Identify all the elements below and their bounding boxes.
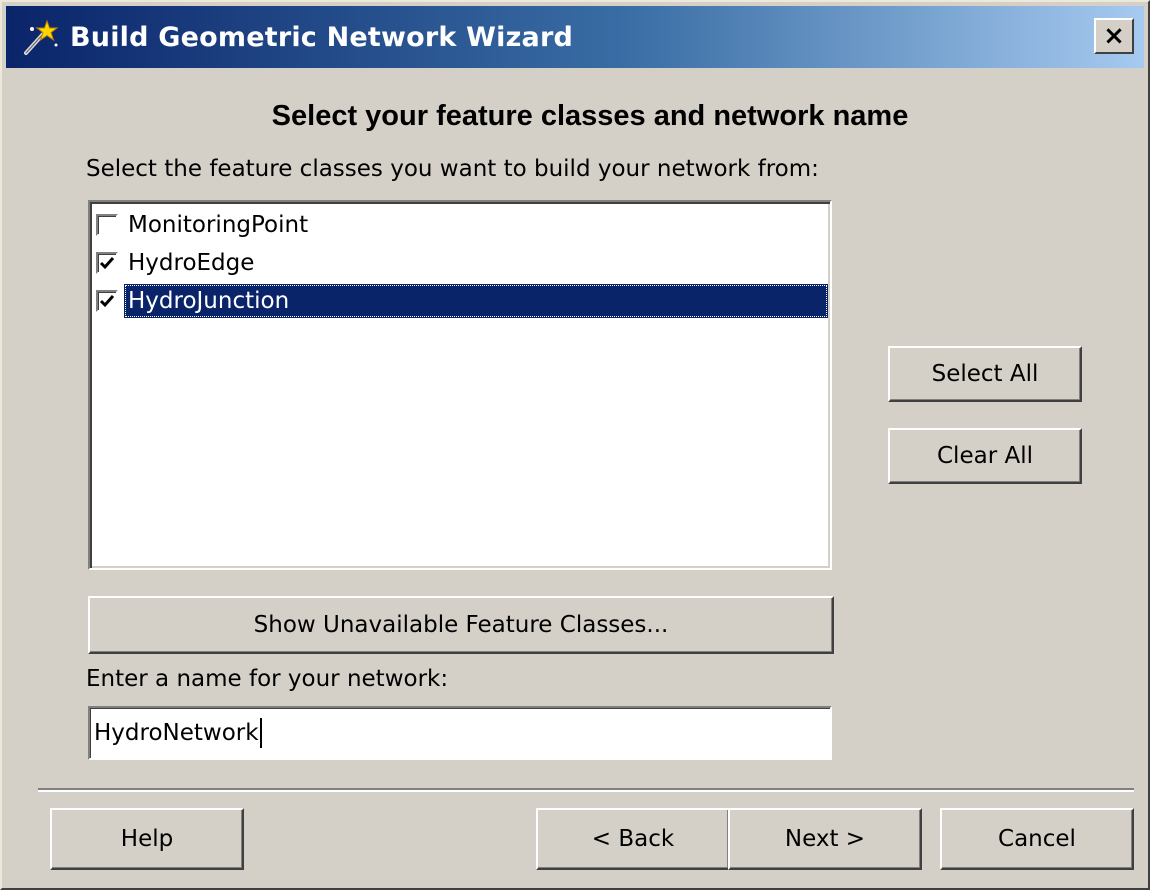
- list-item-monitoringpoint[interactable]: MonitoringPoint: [96, 206, 828, 244]
- network-name-prompt: Enter a name for your network:: [86, 666, 449, 692]
- help-button[interactable]: Help: [50, 808, 244, 870]
- next-button[interactable]: Next >: [728, 808, 922, 870]
- checkbox-hydroedge[interactable]: [96, 252, 118, 274]
- list-item-hydroedge[interactable]: HydroEdge: [96, 244, 828, 282]
- show-unavailable-button[interactable]: Show Unavailable Feature Classes...: [88, 596, 834, 654]
- page-heading: Select your feature classes and network …: [271, 100, 909, 132]
- check-icon: [99, 295, 115, 308]
- clear-all-button[interactable]: Clear All: [888, 428, 1082, 484]
- list-item-label-selected: HydroJunction: [124, 284, 828, 318]
- feature-classes-prompt: Select the feature classes you want to b…: [86, 156, 819, 182]
- close-button[interactable]: ×: [1094, 18, 1134, 54]
- checkbox-hydrojunction[interactable]: [96, 290, 118, 312]
- close-icon: ×: [1103, 21, 1125, 51]
- check-icon: [99, 257, 115, 270]
- wizard-window: Build Geometric Network Wizard × Select …: [0, 0, 1150, 890]
- network-name-value: HydroNetwork: [94, 720, 259, 746]
- cancel-button[interactable]: Cancel: [940, 808, 1134, 870]
- feature-class-list[interactable]: MonitoringPoint HydroEdge HydroJunction: [88, 200, 832, 570]
- footer-separator: [38, 788, 1134, 792]
- back-button[interactable]: < Back: [536, 808, 730, 870]
- network-name-input[interactable]: HydroNetwork: [88, 706, 832, 760]
- select-all-button[interactable]: Select All: [888, 346, 1082, 402]
- checkbox-monitoringpoint[interactable]: [96, 214, 118, 236]
- list-item-label: MonitoringPoint: [128, 212, 309, 238]
- list-item-hydrojunction[interactable]: HydroJunction: [96, 282, 828, 320]
- text-caret: [259, 718, 262, 748]
- title-bar[interactable]: Build Geometric Network Wizard ×: [6, 6, 1144, 68]
- list-item-label: HydroEdge: [128, 250, 255, 276]
- wizard-wand-icon: [18, 15, 62, 59]
- window-title: Build Geometric Network Wizard: [70, 21, 573, 53]
